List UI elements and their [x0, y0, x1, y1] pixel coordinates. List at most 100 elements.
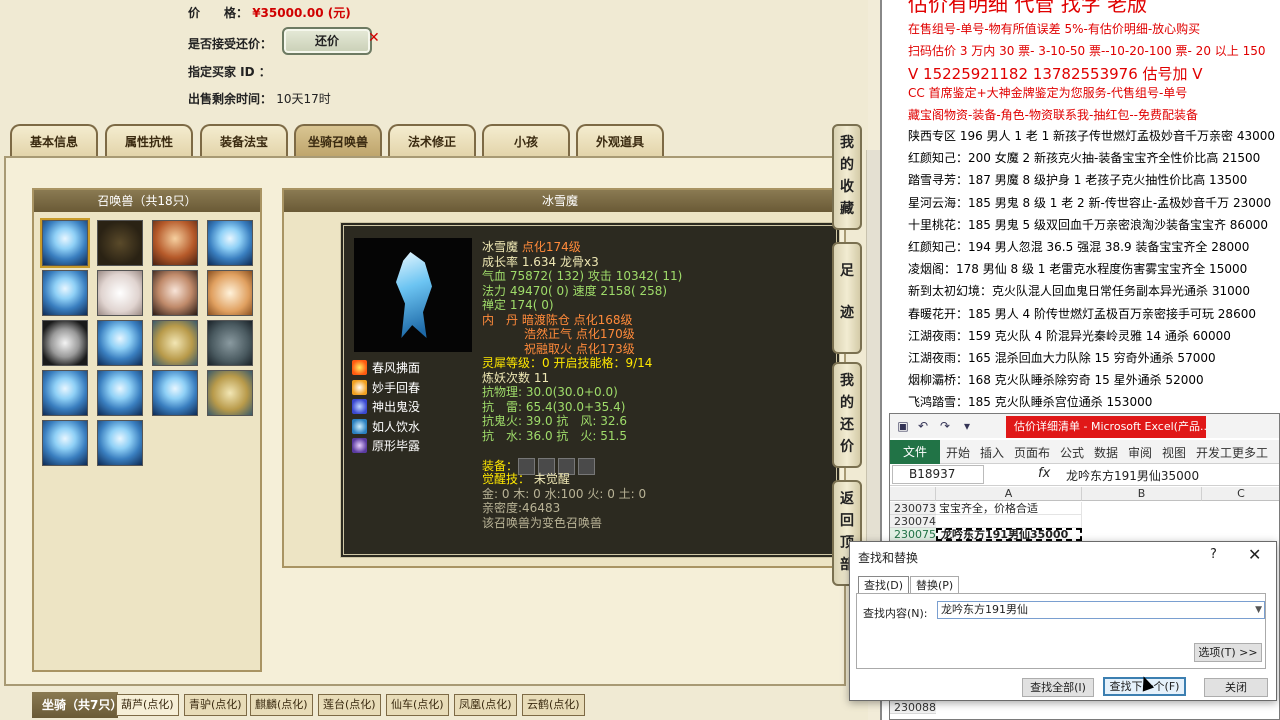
row-number[interactable]: 230074: [890, 515, 936, 528]
close-button[interactable]: 关闭: [1204, 678, 1268, 697]
table-cell[interactable]: 宝宝齐全，价格合适: [936, 502, 1082, 515]
ribbon-tab[interactable]: 开发工: [1196, 444, 1232, 461]
tab-mounts-pets[interactable]: 坐骑召唤兽: [294, 124, 382, 158]
doc-listing-line: 凌烟阁：178 男仙 8 级 1 老雷克水程度伤害雾宝宝齐全 15000: [908, 262, 1248, 277]
excel-titlebar: ▣ ↶ ↷ ▾ 估价详细清单 - Microsoft Excel(产品...: [890, 414, 1279, 438]
skill-item[interactable]: 如人饮水: [352, 417, 470, 437]
mount-tab[interactable]: 莲台(点化): [318, 694, 381, 716]
footprint-button[interactable]: 足迹: [832, 242, 862, 354]
selected-cell[interactable]: 龙吟东方191男仙35000: [936, 528, 1082, 541]
pet-thumbnail[interactable]: [97, 420, 143, 466]
skill-item[interactable]: 神出鬼没: [352, 397, 470, 417]
tab-equipment[interactable]: 装备法宝: [200, 124, 288, 158]
ribbon-tab[interactable]: 开始: [946, 444, 970, 461]
pet-thumbnail[interactable]: [152, 220, 198, 266]
dialog-title: 查找和替换: [858, 551, 919, 565]
ribbon-tab[interactable]: 页面布: [1014, 444, 1050, 461]
column-header[interactable]: C: [1202, 487, 1279, 501]
column-header[interactable]: A: [936, 487, 1082, 501]
my-counter-offers-button[interactable]: 我的还价: [832, 362, 862, 468]
counter-offer-button[interactable]: 还价: [282, 27, 372, 55]
skill-item[interactable]: 原形毕露: [352, 436, 470, 456]
doc-listing-line: 陕西专区 196 男人 1 老 1 新孩子传世燃灯孟极妙音千万亲密 43000: [908, 129, 1276, 143]
fx-icon[interactable]: fx: [1038, 466, 1050, 481]
ice-crystal-image: [396, 252, 432, 338]
tab-appearance[interactable]: 外观道具: [576, 124, 664, 158]
row-number[interactable]: 230075: [890, 528, 936, 541]
pet-thumbnail[interactable]: [97, 220, 143, 266]
ribbon-tab[interactable]: 公式: [1060, 444, 1084, 461]
column-header[interactable]: B: [1082, 487, 1202, 501]
ribbon-tab[interactable]: 插入: [980, 444, 1004, 461]
pet-thumbnail[interactable]: [207, 270, 253, 316]
table-cell[interactable]: [936, 515, 1082, 528]
pet-thumbnail[interactable]: [42, 370, 88, 416]
ribbon-tab[interactable]: 审阅: [1128, 444, 1152, 461]
pet-thumbnail[interactable]: [207, 220, 253, 266]
mount-tab[interactable]: 青驴(点化): [184, 694, 247, 716]
save-icon[interactable]: ▣: [896, 419, 910, 433]
pet-thumbnail[interactable]: [207, 320, 253, 366]
ribbon-tab-file[interactable]: 文件: [890, 440, 940, 464]
pet-thumbnail[interactable]: [97, 370, 143, 416]
pet-thumbnail[interactable]: [97, 270, 143, 316]
mount-tab[interactable]: 葫芦(点化): [116, 694, 179, 716]
undo-icon[interactable]: ↶: [916, 419, 930, 433]
doc-heading: 估价有明细 代管 找字 老版: [908, 0, 1148, 16]
pet-thumbnail[interactable]: [42, 420, 88, 466]
help-icon[interactable]: ?: [1210, 547, 1217, 562]
pet-thumbnail[interactable]: [42, 270, 88, 316]
doc-listing-line: 踏雪寻芳：187 男魔 8 级护身 1 老孩子克火抽性价比高 13500: [908, 173, 1248, 188]
tab-attributes[interactable]: 属性抗性: [105, 124, 193, 158]
pet-thumbnail[interactable]: [152, 370, 198, 416]
ribbon-tab[interactable]: 视图: [1162, 444, 1186, 461]
price-label: 价 格：: [188, 6, 249, 20]
mount-tab[interactable]: 仙车(点化): [386, 694, 449, 716]
doc-listing-line: 红颜知己：194 男人忽混 36.5 强混 38.9 装备宝宝齐全 28000: [908, 240, 1250, 254]
mount-bar: 坐骑（共7只） 葫芦(点化) 青驴(点化) 麒麟(点化) 莲台(点化) 仙车(点…: [32, 690, 592, 720]
chevron-down-icon[interactable]: ▾: [960, 419, 974, 433]
options-button[interactable]: 选项(T) >>: [1194, 643, 1262, 662]
name-box[interactable]: B18937: [892, 465, 984, 484]
row-number[interactable]: 230073: [890, 502, 936, 515]
doc-listing-line: 新到太初幻境：克火队混人回血鬼日常任务副本异光通杀 31000: [908, 284, 1250, 299]
close-icon[interactable]: ✕: [368, 30, 380, 46]
corner-header[interactable]: [890, 487, 936, 501]
tab-spells[interactable]: 法术修正: [388, 124, 476, 158]
my-counter-offers-label: 我的还价: [840, 373, 854, 455]
tab-basic-info[interactable]: 基本信息: [10, 124, 98, 158]
redo-icon[interactable]: ↷: [938, 419, 952, 433]
mount-tab[interactable]: 云鹤(点化): [522, 694, 585, 716]
pet-thumbnail[interactable]: [40, 218, 90, 268]
pet-list-panel: 召唤兽（共18只）: [32, 188, 262, 672]
eye-icon: [352, 438, 367, 454]
formula-input[interactable]: 龙吟东方191男仙35000: [1066, 467, 1199, 484]
pet-thumbnail[interactable]: [97, 320, 143, 366]
mount-tab[interactable]: 凤凰(点化): [454, 694, 517, 716]
ribbon-tab[interactable]: 更多工: [1232, 444, 1268, 461]
pet-neidan-2: 浩然正气 点化170级: [524, 327, 635, 341]
pet-dianhua: 点化174级: [521, 240, 581, 254]
skill-item[interactable]: 春风拂面: [352, 358, 470, 378]
equip-slot-4[interactable]: [578, 457, 596, 475]
my-favorites-button[interactable]: 我的收藏: [832, 124, 862, 230]
ribbon-tab[interactable]: 数据: [1094, 444, 1118, 461]
find-all-button[interactable]: 查找全部(I): [1022, 678, 1094, 697]
time-left-row: 出售剩余时间： 10天17时: [188, 90, 331, 107]
skill-item[interactable]: 妙手回春: [352, 378, 470, 398]
row-number[interactable]: 230088: [890, 701, 936, 714]
pet-thumbnail[interactable]: [207, 370, 253, 416]
tab-replace[interactable]: 替换(P): [910, 576, 960, 594]
pet-thumbnail[interactable]: [152, 270, 198, 316]
pet-thumbnail[interactable]: [42, 320, 88, 366]
close-icon[interactable]: ✕: [1248, 545, 1261, 564]
footprint-label: 足迹: [840, 263, 854, 321]
mount-tab[interactable]: 麒麟(点化): [250, 694, 313, 716]
find-input[interactable]: 龙吟东方191男仙 ▼: [937, 601, 1265, 619]
pet-list-title: 召唤兽（共18只）: [34, 190, 260, 212]
chevron-down-icon[interactable]: ▼: [1255, 602, 1262, 618]
pet-equipment-label: 装备：: [482, 458, 519, 473]
tab-children[interactable]: 小孩: [482, 124, 570, 158]
tab-find[interactable]: 查找(D): [858, 576, 910, 594]
pet-thumbnail[interactable]: [152, 320, 198, 366]
